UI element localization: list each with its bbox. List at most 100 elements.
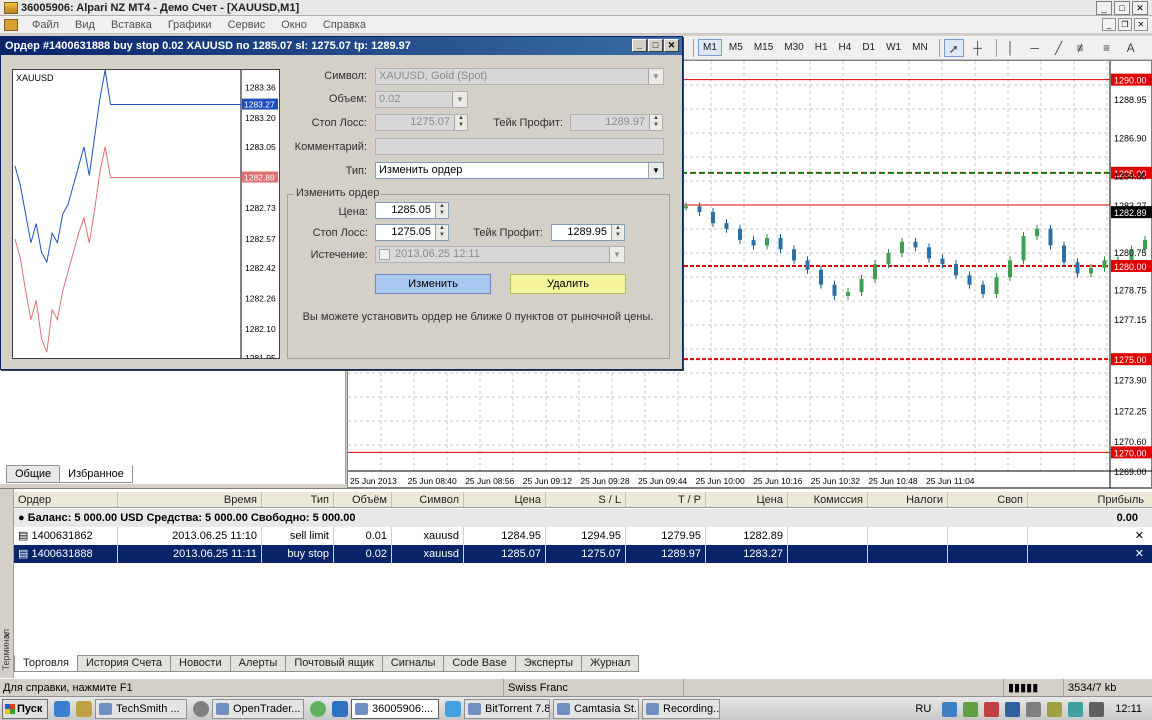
table-row[interactable]: ▤ 1400631888 2013.06.25 11:11 buy stop 0… [14,545,1152,563]
start-button[interactable]: Пуск [2,698,48,719]
mdi-restore-button[interactable]: ❐ [1118,18,1132,31]
channel-icon[interactable]: ≢ [1073,39,1093,57]
delete-button[interactable]: Удалить [510,274,626,294]
tab-mailbox[interactable]: Почтовый ящик [285,655,383,672]
chrome-icon[interactable] [193,700,209,717]
tab-alerts[interactable]: Алерты [229,655,287,672]
menu-charts[interactable]: Графики [160,19,220,31]
tab-signals[interactable]: Сигналы [381,655,445,672]
menu-insert[interactable]: Вставка [103,19,160,31]
add-icon[interactable] [310,700,326,717]
menu-help[interactable]: Справка [315,19,374,31]
chart-window-icon[interactable] [4,18,18,31]
expiry-field[interactable]: 2013.06.25 12:11 ▼ [375,246,625,263]
task-opentrader[interactable]: OpenTrader... [212,698,304,719]
timeframe-m15[interactable]: M15 [750,40,777,55]
tp-label: Тейк Профит: [493,117,563,129]
tray-icon[interactable] [1047,701,1063,717]
col-symbol[interactable]: Символ [392,492,464,507]
language-indicator[interactable]: RU [915,703,931,715]
task-bittorrent[interactable]: BitTorrent 7.8 [464,698,550,719]
minimize-button[interactable]: _ [1096,1,1112,15]
col-time[interactable]: Время [118,492,262,507]
order-commission [788,545,868,563]
horizontal-line-icon[interactable]: ─ [1025,39,1045,57]
trendline-icon[interactable]: ╱ [1049,39,1069,57]
tray-icon[interactable] [1026,701,1042,717]
delete-order-icon[interactable]: ✕ [1028,545,1148,563]
col-commission[interactable]: Комиссия [788,492,868,507]
spinner-icon[interactable]: ▲ ▼ [611,225,624,240]
new-tp-input[interactable]: 1289.95 ▲ ▼ [551,224,625,241]
delete-order-icon[interactable]: ✕ [1028,527,1148,545]
tray-icon[interactable] [984,701,1000,717]
expiry-checkbox[interactable] [379,249,390,260]
tab-code-base[interactable]: Code Base [443,655,516,672]
tab-account-history[interactable]: История Счета [76,655,172,672]
timeframe-m30[interactable]: M30 [780,40,807,55]
task-mt4[interactable]: 36005906:... [351,698,439,719]
modify-button[interactable]: Изменить [375,274,491,294]
spinner-icon[interactable]: ▲ ▼ [435,225,448,240]
timeframe-h4[interactable]: H4 [835,40,856,55]
text-icon[interactable]: A [1121,39,1141,57]
type-select[interactable]: Изменить ордер ▼ [375,162,664,179]
col-tp[interactable]: T / P [626,492,706,507]
col-type[interactable]: Тип [262,492,334,507]
skype-icon[interactable] [445,700,461,717]
price-input[interactable]: 1285.05 ▲ ▼ [375,202,449,219]
tray-icon[interactable] [1005,701,1021,717]
timeframe-m5[interactable]: M5 [725,40,747,55]
tab-trade[interactable]: Торговля [14,655,78,672]
tray-icon[interactable] [942,701,958,717]
close-button[interactable]: ✕ [1132,1,1148,15]
tab-journal[interactable]: Журнал [581,655,640,672]
fibonacci-icon[interactable]: ≡ [1097,39,1117,57]
spinner-icon[interactable]: ▲ ▼ [435,203,448,218]
dialog-close-button[interactable]: ✕ [664,39,679,52]
tray-icon[interactable] [1068,701,1084,717]
col-profit[interactable]: Прибыль [1028,492,1148,507]
col-sl[interactable]: S / L [546,492,626,507]
task-recording[interactable]: Recording... [642,698,720,719]
status-profile[interactable]: Swiss Franc [503,679,683,697]
mdi-close-button[interactable]: ✕ [1134,18,1148,31]
menu-view[interactable]: Вид [67,19,103,31]
timeframe-w1[interactable]: W1 [882,40,905,55]
vertical-line-icon[interactable]: │ [1001,39,1021,57]
app-icon[interactable] [332,700,348,717]
tab-news[interactable]: Новости [170,655,231,672]
col-taxes[interactable]: Налоги [868,492,948,507]
menu-file[interactable]: Файл [24,19,67,31]
timeframe-h1[interactable]: H1 [811,40,832,55]
tab-common[interactable]: Общие [6,465,61,483]
tab-favorites[interactable]: Избранное [59,465,133,483]
timeframe-mn[interactable]: MN [908,40,932,55]
mdi-minimize-button[interactable]: _ [1102,18,1116,31]
task-techsmith[interactable]: TechSmith ... [95,698,187,719]
tab-experts[interactable]: Эксперты [514,655,583,672]
col-price[interactable]: Цена [464,492,546,507]
crosshair-icon[interactable]: ┼ [968,39,988,57]
dialog-minimize-button[interactable]: _ [632,39,647,52]
maximize-button[interactable]: □ [1114,1,1130,15]
new-sl-input[interactable]: 1275.05 ▲ ▼ [375,224,449,241]
candle [900,241,904,253]
col-current-price[interactable]: Цена [706,492,788,507]
ie-icon[interactable] [54,700,70,717]
dialog-maximize-button[interactable]: □ [648,39,663,52]
chevron-down-icon[interactable]: ▼ [609,247,624,262]
task-camtasia[interactable]: Camtasia St... [553,698,639,719]
timeframe-m1[interactable]: M1 [698,39,722,56]
menu-tools[interactable]: Сервис [220,19,274,31]
volume-icon[interactable] [1089,701,1105,717]
tray-icon[interactable] [963,701,979,717]
menu-window[interactable]: Окно [273,19,315,31]
col-order[interactable]: Ордер [14,492,118,507]
table-row[interactable]: ▤ 1400631862 2013.06.25 11:10 sell limit… [14,527,1152,545]
timeframe-d1[interactable]: D1 [858,40,879,55]
col-swap[interactable]: Своп [948,492,1028,507]
cursor-icon[interactable]: ➚ [943,38,964,57]
col-volume[interactable]: Объём [334,492,392,507]
quicklaunch-icon[interactable] [76,700,92,717]
